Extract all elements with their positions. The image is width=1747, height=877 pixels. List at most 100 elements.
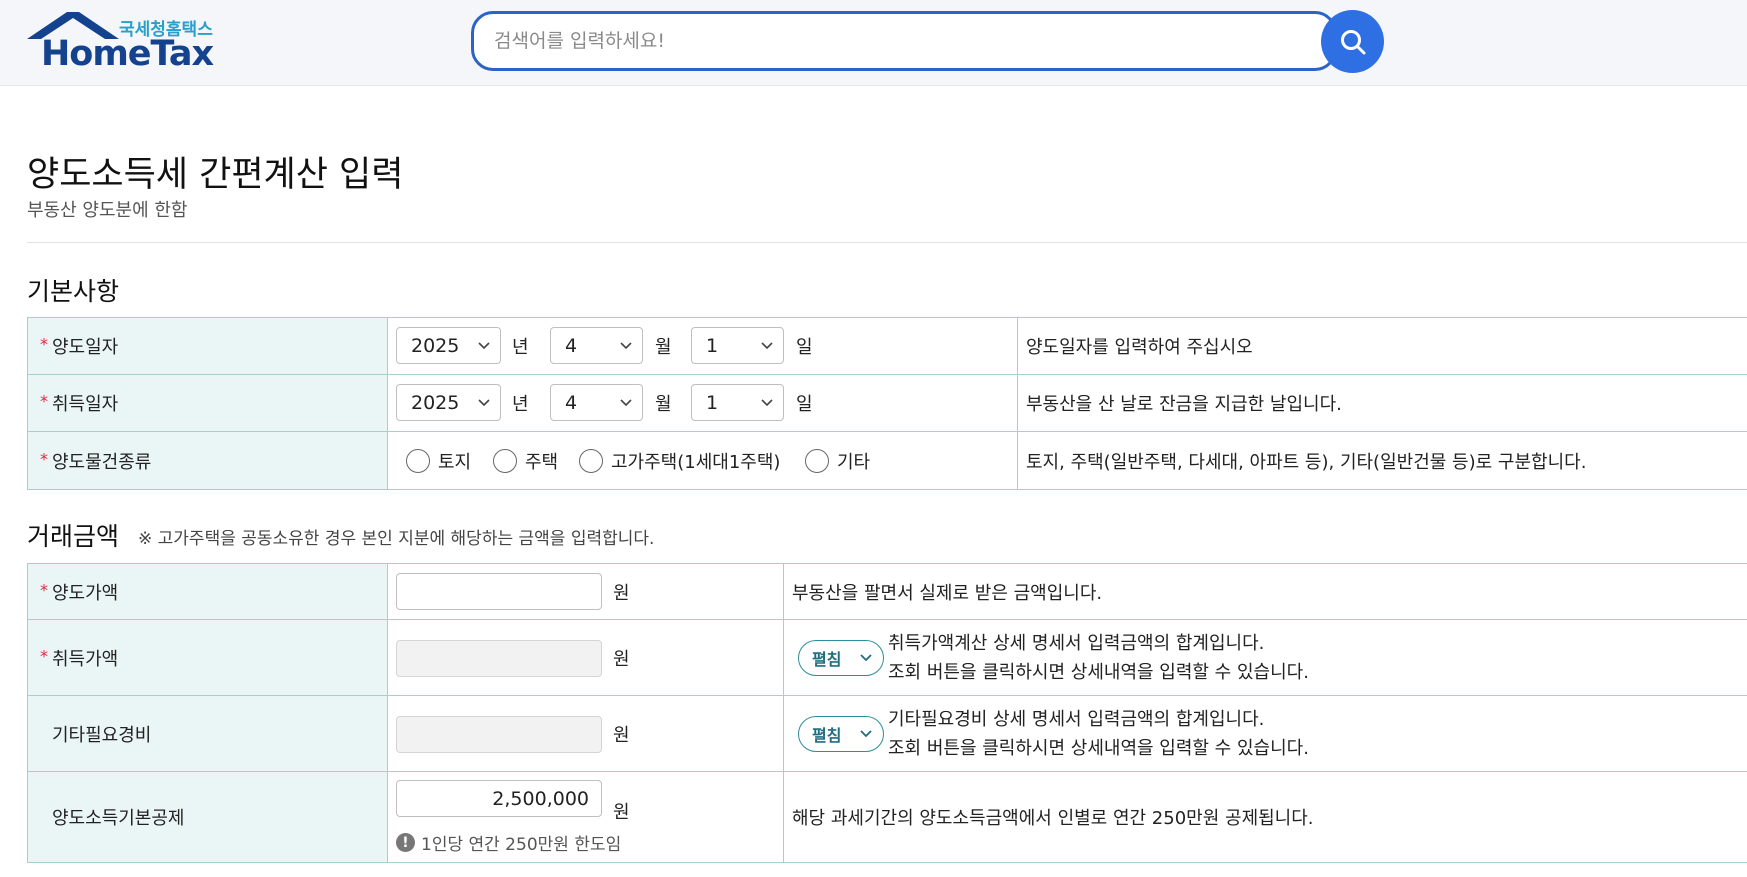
unit-won: 원 bbox=[613, 582, 630, 604]
unit-day: 일 bbox=[796, 394, 813, 415]
input-cell: 원 bbox=[387, 620, 783, 695]
expand-label: 펼침 bbox=[812, 725, 842, 745]
chevron-down-icon bbox=[478, 341, 490, 349]
page-title: 양도소득세 간편계산 입력 bbox=[27, 155, 404, 195]
search-input[interactable] bbox=[494, 14, 1294, 68]
row-header: * 취득일자 bbox=[27, 375, 387, 431]
row-header: 양도소득기본공제 bbox=[27, 772, 387, 862]
select-value: 4 bbox=[565, 391, 578, 414]
row-header: 기타필요경비 bbox=[27, 696, 387, 771]
unit-year: 년 bbox=[512, 337, 529, 358]
acquisition-year-select[interactable]: 2025 bbox=[396, 384, 501, 421]
required-mark: * bbox=[40, 334, 48, 354]
expand-button-expenses[interactable]: 펼침 bbox=[798, 715, 884, 752]
field-label: 기타필요경비 bbox=[52, 724, 152, 746]
radio-circle[interactable] bbox=[493, 448, 517, 473]
field-label: 양도가액 bbox=[52, 582, 119, 604]
chevron-down-icon bbox=[860, 729, 872, 737]
input-cell: 원 ! 1인당 연간 250만원 한도임 bbox=[387, 772, 783, 862]
search-button[interactable] bbox=[1321, 10, 1384, 73]
search-box bbox=[471, 11, 1337, 71]
top-header: 국세청홈택스 HomeTax bbox=[0, 0, 1747, 86]
field-label: 양도일자 bbox=[52, 337, 119, 358]
chevron-down-icon bbox=[620, 398, 632, 406]
required-mark: * bbox=[40, 391, 48, 411]
field-description: 부동산을 팔면서 실제로 받은 금액입니다. bbox=[792, 582, 1103, 604]
radio-label: 주택 bbox=[525, 451, 559, 473]
table-row-acquisition-date: * 취득일자 2025 년 4 월 1 일 부동산을 산 날로 잔금을 지급한 … bbox=[27, 375, 1747, 432]
required-mark: * bbox=[40, 449, 48, 469]
section-title-amount: 거래금액 bbox=[27, 522, 120, 551]
search-icon bbox=[1340, 29, 1365, 54]
section-note: ※ 고가주택을 공동소유한 경우 본인 지분에 해당하는 금액을 입력합니다. bbox=[138, 529, 655, 549]
sale-month-select[interactable]: 4 bbox=[550, 327, 643, 364]
exclamation-icon: ! bbox=[396, 833, 415, 852]
description-line: 취득가액계산 상세 명세서 입력금액의 합계입니다. bbox=[888, 632, 1265, 654]
expand-button-acquisition[interactable]: 펼침 bbox=[798, 639, 884, 676]
hometax-logo[interactable]: 국세청홈택스 HomeTax bbox=[27, 12, 217, 74]
radio-option-luxury-house[interactable]: 고가주택(1세대1주택) bbox=[579, 448, 780, 474]
radio-label: 고가주택(1세대1주택) bbox=[611, 451, 781, 473]
select-value: 2025 bbox=[411, 391, 460, 414]
table-row-basic-deduction: 양도소득기본공제 원 ! 1인당 연간 250만원 한도임 해당 과세기간의 양… bbox=[27, 772, 1747, 863]
date-cell: 2025 년 4 월 1 일 bbox=[387, 318, 1017, 374]
row-header: * 양도가액 bbox=[27, 564, 387, 619]
table-row-other-expenses: 기타필요경비 원 펼침 기타필요경비 상세 명세서 입력금액의 합계입니다. 조… bbox=[27, 696, 1747, 772]
field-label: 취득가액 bbox=[52, 648, 119, 670]
field-description: 부동산을 산 날로 잔금을 지급한 날입니다. bbox=[1026, 394, 1342, 415]
acquisition-day-select[interactable]: 1 bbox=[691, 384, 784, 421]
unit-day: 일 bbox=[796, 337, 813, 358]
description-cell: 펼침 취득가액계산 상세 명세서 입력금액의 합계입니다. 조회 버튼을 클릭하… bbox=[783, 620, 1747, 695]
transaction-amount-table: * 양도가액 원 부동산을 팔면서 실제로 받은 금액입니다. * 취득가액 원… bbox=[27, 563, 1747, 863]
date-cell: 2025 년 4 월 1 일 bbox=[387, 375, 1017, 431]
description-cell: 토지, 주택(일반주택, 다세대, 아파트 등), 기타(일반건물 등)로 구분… bbox=[1017, 432, 1747, 489]
description-line: 조회 버튼을 클릭하시면 상세내역을 입력할 수 있습니다. bbox=[888, 661, 1309, 683]
table-row-property-type: * 양도물건종류 토지 주택 고가주택(1세대1주택) 기타 토지, 주택(일반… bbox=[27, 432, 1747, 490]
acquisition-price-input bbox=[396, 640, 602, 677]
radio-circle[interactable] bbox=[805, 448, 829, 473]
basic-deduction-input[interactable] bbox=[396, 780, 602, 817]
logo-wordmark: HomeTax bbox=[41, 34, 214, 74]
radio-label: 토지 bbox=[438, 451, 472, 473]
field-description: 해당 과세기간의 양도소득금액에서 인별로 연간 250만원 공제됩니다. bbox=[792, 808, 1314, 829]
section-title-basic: 기본사항 bbox=[27, 277, 120, 306]
radio-option-other[interactable]: 기타 bbox=[805, 448, 870, 474]
sale-year-select[interactable]: 2025 bbox=[396, 327, 501, 364]
hint-text: 1인당 연간 250만원 한도임 bbox=[421, 835, 622, 855]
table-row-sale-price: * 양도가액 원 부동산을 팔면서 실제로 받은 금액입니다. bbox=[27, 564, 1747, 620]
input-cell: 원 bbox=[387, 696, 783, 771]
field-description: 양도일자를 입력하여 주십시오 bbox=[1026, 337, 1253, 358]
sale-price-input[interactable] bbox=[396, 573, 602, 610]
chevron-down-icon bbox=[860, 653, 872, 661]
radio-option-house[interactable]: 주택 bbox=[493, 448, 558, 474]
basic-info-table: * 양도일자 2025 년 4 월 1 일 양도일자를 입력하여 주십시오 * … bbox=[27, 317, 1747, 490]
radio-circle[interactable] bbox=[579, 448, 603, 473]
select-value: 1 bbox=[706, 334, 719, 357]
field-description: 토지, 주택(일반주택, 다세대, 아파트 등), 기타(일반건물 등)로 구분… bbox=[1026, 451, 1587, 473]
description-line: 조회 버튼을 클릭하시면 상세내역을 입력할 수 있습니다. bbox=[888, 737, 1309, 759]
row-header: * 양도일자 bbox=[27, 318, 387, 374]
select-value: 4 bbox=[565, 334, 578, 357]
description-cell: 해당 과세기간의 양도소득금액에서 인별로 연간 250만원 공제됩니다. bbox=[783, 772, 1747, 862]
description-cell: 부동산을 팔면서 실제로 받은 금액입니다. bbox=[783, 564, 1747, 619]
page-subtitle: 부동산 양도분에 한함 bbox=[27, 200, 188, 221]
other-expenses-input bbox=[396, 716, 602, 753]
table-row-acquisition-price: * 취득가액 원 펼침 취득가액계산 상세 명세서 입력금액의 합계입니다. 조… bbox=[27, 620, 1747, 696]
unit-year: 년 bbox=[512, 394, 529, 415]
chevron-down-icon bbox=[761, 341, 773, 349]
required-mark: * bbox=[40, 646, 48, 666]
select-value: 2025 bbox=[411, 334, 460, 357]
field-description: 취득가액계산 상세 명세서 입력금액의 합계입니다. 조회 버튼을 클릭하시면 … bbox=[888, 629, 1309, 687]
required-mark: * bbox=[40, 580, 48, 600]
unit-won: 원 bbox=[613, 724, 630, 746]
description-cell: 펼침 기타필요경비 상세 명세서 입력금액의 합계입니다. 조회 버튼을 클릭하… bbox=[783, 696, 1747, 771]
sale-day-select[interactable]: 1 bbox=[691, 327, 784, 364]
deduction-hint: ! 1인당 연간 250만원 한도임 bbox=[396, 830, 621, 855]
chevron-down-icon bbox=[478, 398, 490, 406]
radio-circle[interactable] bbox=[406, 448, 430, 473]
unit-won: 원 bbox=[613, 802, 630, 823]
radio-option-land[interactable]: 토지 bbox=[406, 448, 471, 474]
acquisition-month-select[interactable]: 4 bbox=[550, 384, 643, 421]
table-row-sale-date: * 양도일자 2025 년 4 월 1 일 양도일자를 입력하여 주십시오 bbox=[27, 318, 1747, 375]
unit-month: 월 bbox=[655, 394, 672, 415]
